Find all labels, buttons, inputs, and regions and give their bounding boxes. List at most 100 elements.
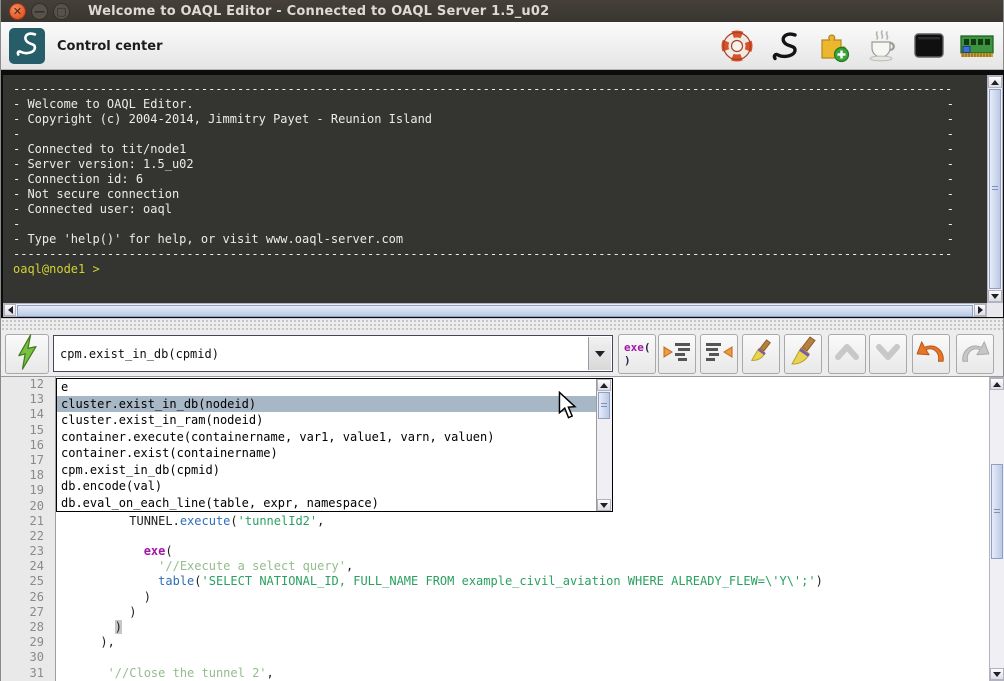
combo-dropdown-button[interactable] [588, 337, 611, 370]
line-number: 19 [1, 483, 55, 498]
redo-button[interactable] [956, 334, 994, 374]
autocomplete-popup: ecluster.exist_in_db(nodeid)cluster.exis… [56, 378, 613, 512]
line-number: 13 [1, 392, 55, 407]
line-number: 29 [1, 635, 55, 650]
snake-logo-icon [13, 30, 41, 62]
terminal-content: ----------------------------------------… [13, 82, 954, 277]
line-number: 24 [1, 559, 55, 574]
app-logo [9, 28, 45, 64]
move-up-button[interactable] [828, 334, 866, 374]
add-plugin-icon[interactable] [815, 28, 851, 64]
format-indent-button[interactable] [658, 334, 696, 374]
line-number: 26 [1, 590, 55, 605]
line-number: 22 [1, 529, 55, 544]
autocomplete-item[interactable]: cpm.exist_in_db(cpmid) [57, 462, 596, 479]
chevron-up-icon [833, 340, 861, 368]
exe-label: exe [624, 341, 644, 354]
terminal-line: oaql@node1 > [13, 262, 954, 277]
terminal-line: - Connected to tit/node1- [13, 142, 954, 157]
code-line[interactable]: '//Close the tunnel 2', [57, 666, 989, 681]
minimize-button[interactable]: — [31, 3, 48, 20]
main-toolbar: Control center [1, 22, 1003, 70]
terminal-hscrollbar[interactable] [3, 303, 987, 317]
autocomplete-item[interactable]: e [57, 379, 596, 396]
oaql-editor-window: { "window": { "title": "Welcome to OAQL … [0, 0, 1004, 681]
line-number: 21 [1, 514, 55, 529]
code-line[interactable]: ) [57, 605, 989, 620]
help-lifering-icon[interactable] [719, 28, 755, 64]
editor-vscrollbar[interactable] [989, 377, 1004, 681]
line-number-gutter: 1213141516171819202122232425262728293031 [1, 377, 56, 681]
line-number: 16 [1, 438, 55, 453]
clean-line-button[interactable] [742, 334, 780, 374]
terminal-prompt: oaql@node1 > [13, 262, 100, 277]
autocomplete-item[interactable]: cluster.exist_in_ram(nodeid) [57, 412, 596, 429]
toolbar-separator [1, 318, 1003, 332]
line-number: 27 [1, 605, 55, 620]
line-number: 30 [1, 650, 55, 665]
chevron-down-icon [595, 351, 605, 357]
code-line[interactable]: ) [57, 620, 989, 635]
code-line[interactable] [57, 529, 989, 544]
broom-large-icon [787, 336, 819, 372]
clean-all-button[interactable] [784, 334, 822, 374]
terminal-screen-icon[interactable] [911, 28, 947, 64]
window-title: Welcome to OAQL Editor - Connected to OA… [88, 4, 549, 19]
code-line[interactable]: table('SELECT NATIONAL_ID, FULL_NAME FRO… [57, 574, 989, 589]
autocomplete-item[interactable]: db.eval_on_each_line(table, expr, namesp… [57, 495, 596, 512]
terminal-line: - Type 'help()' for help, or visit www.o… [13, 232, 954, 247]
titlebar: ✕ — ▢ Welcome to OAQL Editor - Connected… [1, 0, 1003, 22]
close-button[interactable]: ✕ [9, 3, 26, 20]
run-command-button[interactable] [5, 334, 49, 374]
chevron-down-disabled-icon [874, 340, 902, 368]
autocomplete-item[interactable]: container.execute(containername, var1, v… [57, 429, 596, 446]
terminal-panel: ----------------------------------------… [1, 70, 1004, 318]
line-number: 28 [1, 620, 55, 635]
control-center-label: Control center [57, 22, 163, 70]
line-number: 18 [1, 468, 55, 483]
popup-scrollbar[interactable] [596, 379, 612, 511]
terminal-line: - Connection id: 6- [13, 172, 954, 187]
terminal-line: ----------------------------------------… [13, 82, 954, 97]
wrap-exe-button[interactable]: exe( ) [618, 334, 656, 374]
lightning-bolt-icon [15, 334, 39, 374]
format-indent-icon [662, 339, 692, 369]
code-line[interactable]: TUNNEL.execute('tunnelId2', [57, 514, 989, 529]
autocomplete-item[interactable]: container.exist(containername) [57, 445, 596, 462]
code-line[interactable] [57, 650, 989, 665]
command-toolbar: cpm.exist_in_db(cpmid) exe( ) [1, 332, 1003, 376]
command-input-value[interactable]: cpm.exist_in_db(cpmid) [60, 336, 219, 371]
format-outdent-icon [704, 339, 734, 369]
move-down-button[interactable] [869, 334, 907, 374]
terminal-line: - Server version: 1.5_u02- [13, 157, 954, 172]
code-line[interactable]: '//Execute a select query', [57, 559, 989, 574]
terminal-line: -- [13, 127, 954, 142]
snake-icon[interactable] [767, 28, 803, 64]
terminal-line: - Welcome to OAQL Editor.- [13, 97, 954, 112]
line-number: 23 [1, 544, 55, 559]
terminal-line: ----------------------------------------… [13, 247, 954, 262]
terminal-vscrollbar[interactable] [987, 75, 1003, 303]
coffee-icon[interactable] [863, 28, 899, 64]
terminal-line: - Copyright (c) 2004-2014, Jimmitry Paye… [13, 112, 954, 127]
undo-arrow-icon [915, 339, 947, 369]
undo-button[interactable] [912, 334, 950, 374]
autocomplete-item-selected[interactable]: cluster.exist_in_db(nodeid) [57, 396, 596, 413]
line-number: 25 [1, 574, 55, 589]
code-line[interactable]: ), [57, 635, 989, 650]
code-line[interactable]: exe( [57, 544, 989, 559]
terminal-line: -- [13, 217, 954, 232]
command-combobox[interactable]: cpm.exist_in_db(cpmid) [53, 335, 613, 372]
scrollbar-corner [987, 303, 1003, 317]
terminal-output[interactable]: ----------------------------------------… [3, 75, 987, 303]
maximize-button[interactable]: ▢ [53, 3, 70, 20]
line-number: 17 [1, 453, 55, 468]
format-outdent-button[interactable] [700, 334, 738, 374]
toolbar-icons [719, 22, 995, 70]
memory-board-icon[interactable] [959, 28, 995, 64]
line-number: 31 [1, 666, 55, 681]
redo-arrow-icon [959, 339, 991, 369]
line-number: 12 [1, 377, 55, 392]
autocomplete-item[interactable]: db.encode(val) [57, 478, 596, 495]
code-line[interactable]: ) [57, 590, 989, 605]
